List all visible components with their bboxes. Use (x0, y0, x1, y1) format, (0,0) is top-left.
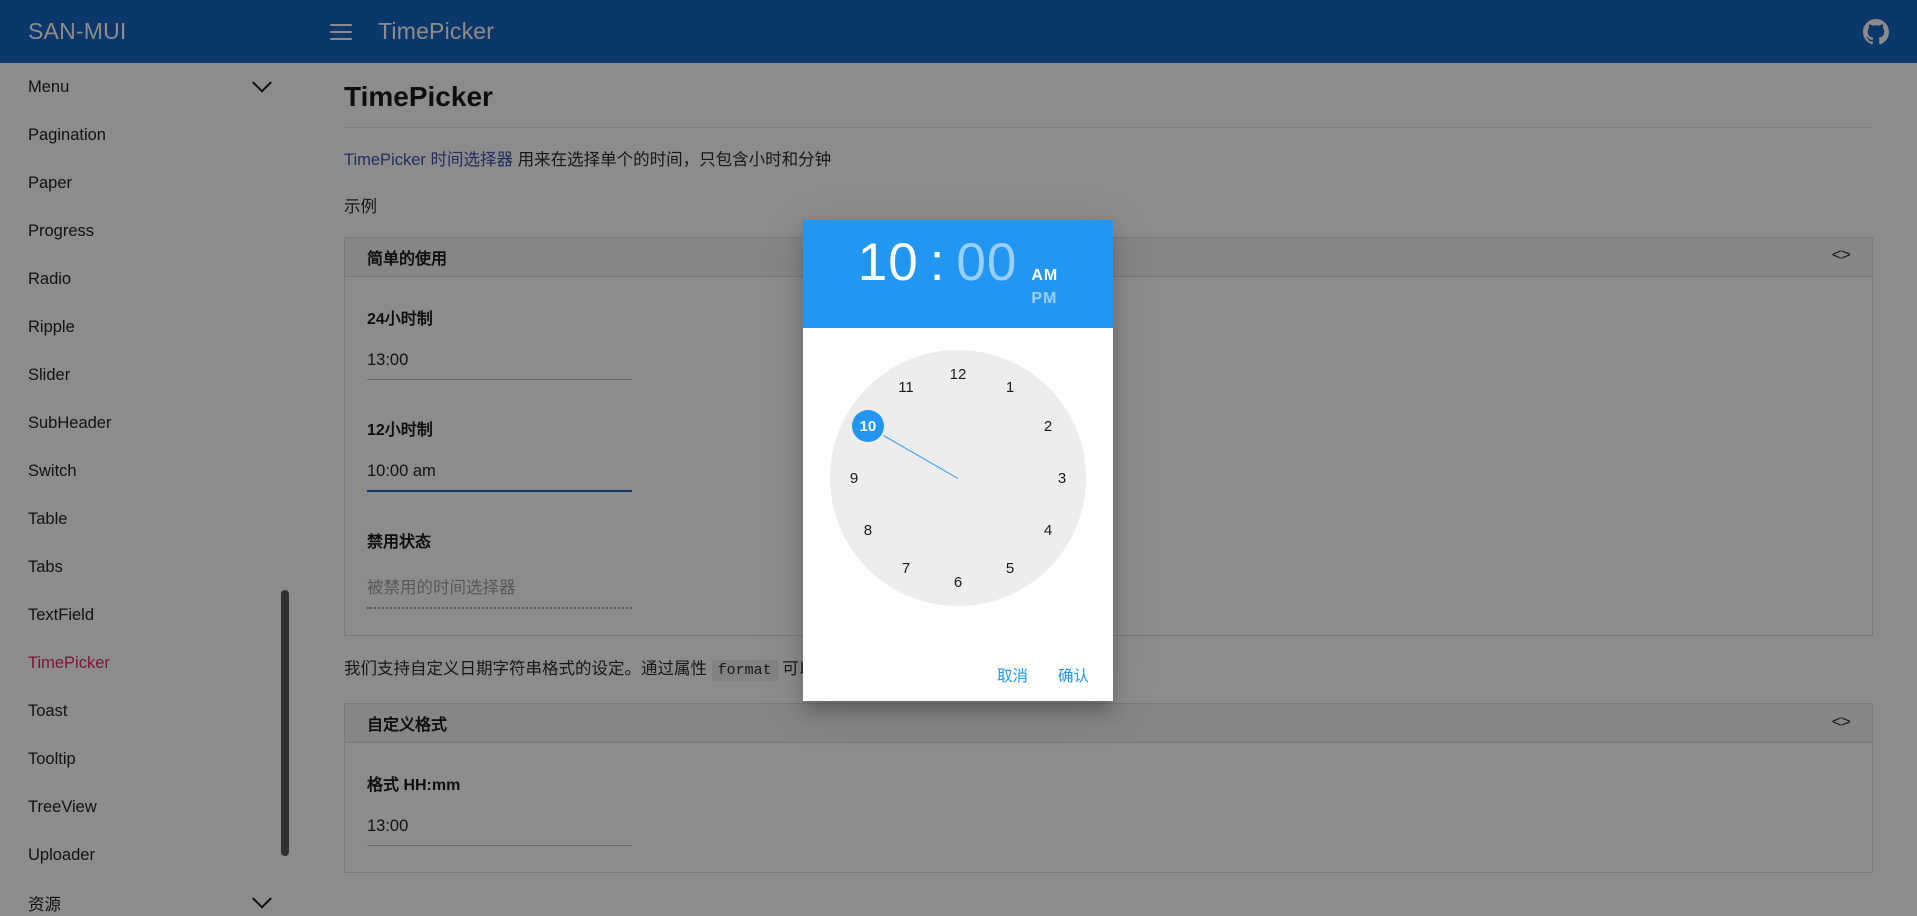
clock-number-2[interactable]: 2 (1033, 411, 1063, 441)
dialog-actions: 取消 确认 (803, 648, 1113, 701)
clock-number-7[interactable]: 7 (891, 553, 921, 583)
am-button[interactable]: AM (1031, 264, 1058, 287)
cancel-button[interactable]: 取消 (997, 664, 1028, 686)
clock-number-label: 10 (859, 417, 877, 435)
clock-face[interactable]: 12 1 2 3 4 5 6 7 8 9 10 11 (830, 350, 1086, 606)
time-colon: : (929, 232, 946, 292)
clock-number-label: 1 (1005, 379, 1015, 397)
clock-hand (883, 435, 959, 479)
clock-number-label: 9 (849, 469, 859, 487)
clock-number-label: 11 (898, 379, 914, 397)
clock-number-label: 12 (949, 365, 967, 383)
meridiem-selector: AM PM (1031, 264, 1058, 310)
clock-number-10[interactable]: 10 (851, 410, 884, 442)
confirm-button[interactable]: 确认 (1058, 664, 1089, 686)
time-display: 10 : 00 AM PM (858, 232, 1059, 316)
clock-number-label: 4 (1043, 521, 1053, 539)
minute-display[interactable]: 00 (956, 232, 1017, 293)
clock-number-1[interactable]: 1 (995, 373, 1025, 403)
clock-number-8[interactable]: 8 (853, 515, 883, 545)
clock-number-label: 6 (953, 573, 963, 591)
clock-number-label: 8 (863, 521, 873, 539)
hour-display[interactable]: 10 (858, 232, 919, 293)
clock-number-12[interactable]: 12 (943, 359, 973, 389)
clock-number-5[interactable]: 5 (995, 553, 1025, 583)
clock-number-label: 3 (1057, 469, 1067, 487)
timepicker-dialog-header: 10 : 00 AM PM (803, 220, 1113, 328)
clock-number-label: 2 (1043, 417, 1053, 435)
clock-number-6[interactable]: 6 (943, 567, 973, 597)
pm-button[interactable]: PM (1031, 287, 1058, 310)
timepicker-dialog: 10 : 00 AM PM 12 1 2 3 4 5 6 7 8 9 10 11 取消 确认 (803, 220, 1113, 701)
clock-number-label: 7 (901, 559, 911, 577)
clock-number-4[interactable]: 4 (1033, 515, 1063, 545)
clock-number-11[interactable]: 11 (891, 373, 921, 403)
clock-number-label: 5 (1005, 559, 1015, 577)
clock-number-3[interactable]: 3 (1047, 463, 1077, 493)
clock-number-9[interactable]: 9 (839, 463, 869, 493)
clock-area: 12 1 2 3 4 5 6 7 8 9 10 11 (803, 328, 1113, 648)
